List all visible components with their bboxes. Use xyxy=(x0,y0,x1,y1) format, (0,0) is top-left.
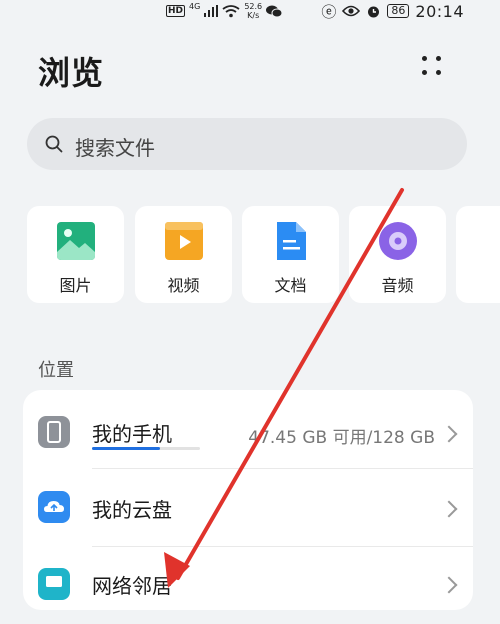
chevron-right-icon xyxy=(440,500,458,518)
dot xyxy=(422,56,427,61)
category-label: 音频 xyxy=(381,276,414,295)
dot xyxy=(422,70,427,75)
nfc-icon: ⓔ xyxy=(321,2,337,21)
storage-info: 47.45 GB 可用/128 GB xyxy=(248,428,435,448)
section-title: 位置 xyxy=(38,360,74,381)
network-speed: 52.6 K/s xyxy=(244,2,263,20)
location-name: 我的云盘 xyxy=(92,498,172,522)
chevron-right-icon xyxy=(440,576,458,594)
alarm-icon xyxy=(368,6,380,17)
category-images[interactable]: 图片 xyxy=(27,206,124,303)
eye-comfort-icon xyxy=(342,5,361,17)
clock: 20:14 xyxy=(415,1,464,21)
locations-card: 我的手机 47.45 GB 可用/128 GB 我的云盘 网络邻居 xyxy=(23,390,473,610)
dot xyxy=(436,56,441,61)
storage-usage-bar xyxy=(92,447,200,450)
location-name: 我的手机 xyxy=(92,422,172,446)
location-my-phone[interactable]: 我的手机 47.45 GB 可用/128 GB xyxy=(23,390,473,468)
hd-indicator: HD xyxy=(166,5,186,17)
category-label: 图片 xyxy=(59,276,92,295)
search-icon xyxy=(45,135,63,153)
location-network-neighborhood[interactable]: 网络邻居 xyxy=(23,546,473,624)
search-bar[interactable]: 搜索文件 xyxy=(27,118,467,170)
network-icon xyxy=(38,568,70,600)
status-bar: HD 4G 52.6 K/s ⓔ 86 20:14 xyxy=(0,0,500,22)
audio-icon xyxy=(379,222,417,260)
wifi-icon xyxy=(222,4,240,17)
cloud-drive-icon xyxy=(38,491,70,523)
dot xyxy=(436,70,441,75)
chevron-right-icon xyxy=(440,425,458,443)
location-name: 网络邻居 xyxy=(92,574,172,598)
wechat-icon xyxy=(266,5,283,17)
battery-icon: 86 xyxy=(387,4,410,18)
signal-icon xyxy=(204,5,219,17)
more-options-button[interactable] xyxy=(418,54,448,84)
category-row: 图片 视频 文档 音频 xyxy=(0,206,500,304)
page-title: 浏览 xyxy=(38,54,105,92)
category-videos[interactable]: 视频 xyxy=(135,206,232,303)
search-placeholder: 搜索文件 xyxy=(75,136,155,160)
category-label: 视频 xyxy=(167,276,200,295)
storage-usage-fill xyxy=(92,447,161,450)
image-icon xyxy=(57,222,95,260)
video-icon xyxy=(165,222,203,260)
document-icon xyxy=(277,222,306,260)
category-documents[interactable]: 文档 xyxy=(242,206,339,303)
category-more[interactable] xyxy=(456,206,500,303)
location-cloud-drive[interactable]: 我的云盘 xyxy=(23,468,473,546)
network-type: 4G xyxy=(189,2,201,11)
phone-icon xyxy=(38,416,70,448)
category-label: 文档 xyxy=(274,276,307,295)
category-audio[interactable]: 音频 xyxy=(349,206,446,303)
